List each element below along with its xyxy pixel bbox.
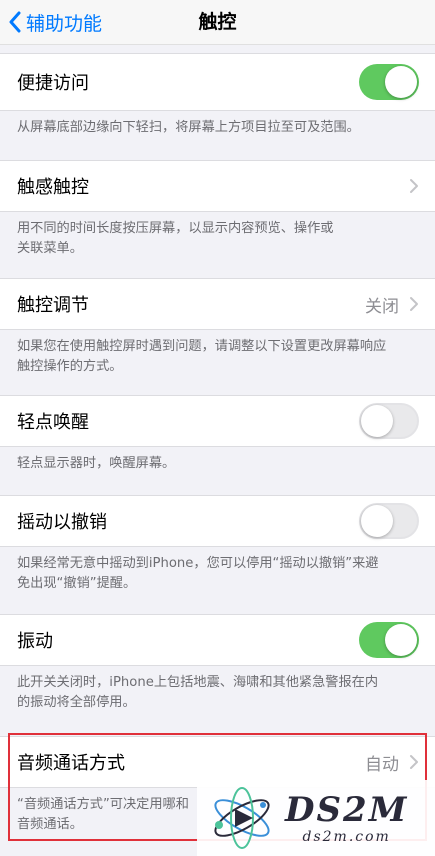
touch-accommodations-label: 触控调节 [17, 295, 89, 316]
call-audio-routing-value: 自动 [365, 754, 399, 775]
reachability-toggle[interactable] [359, 64, 419, 100]
chevron-right-icon [410, 755, 418, 769]
chevron-right-icon [410, 297, 418, 311]
toggle-knob [385, 66, 417, 98]
haptic-touch-label: 触感触控 [17, 177, 89, 198]
touch-accommodations-row[interactable]: 触控调节 关闭 [0, 278, 435, 330]
tap-to-wake-toggle[interactable] [359, 403, 419, 439]
tap-to-wake-description: 轻点显示器时，唤醒屏幕。 [17, 456, 176, 471]
atom-logo-icon [214, 787, 270, 849]
haptic-touch-footer: 用不同的时间长度按压屏幕，以显示内容预览、操作或 关联菜单。 [0, 212, 435, 278]
page-title: 触控 [198, 11, 237, 33]
watermark-url: ds2m.com [302, 829, 391, 845]
vibration-label: 振动 [17, 631, 53, 652]
toggle-knob [385, 624, 417, 656]
call-audio-routing-label: 音频通话方式 [17, 753, 125, 774]
touch-accommodations-description-line: 如果您在使用触控屏时遇到问题，请调整以下设置更改屏幕响应 [17, 339, 387, 354]
watermark-title: DS2M [285, 790, 409, 830]
touch-accommodations-description-line: 触控操作的方式。 [17, 359, 123, 374]
vibration-description-line: 此开关关闭时，iPhone上包括地震、海啸和其他紧急警报在内 [17, 675, 379, 690]
vibration-description-line: 的振动将全部停用。 [17, 695, 136, 710]
shake-to-undo-label: 摇动以撤销 [17, 512, 107, 533]
reachability-row: 便捷访问 [0, 53, 435, 111]
navigation-bar: 辅助功能 触控 [0, 0, 435, 45]
shake-to-undo-description-line: 免出现“撤销”提醒。 [17, 576, 137, 591]
tap-to-wake-row: 轻点唤醒 [0, 395, 435, 447]
chevron-right-icon [410, 179, 418, 193]
vibration-row: 振动 [0, 614, 435, 666]
shake-to-undo-description-line: 如果经常无意中摇动到iPhone，您可以停用“摇动以撤销”来避 [17, 556, 379, 571]
touch-accommodations-footer: 如果您在使用触控屏时遇到问题，请调整以下设置更改屏幕响应 触控操作的方式。 [0, 330, 435, 395]
tap-to-wake-label: 轻点唤醒 [17, 412, 89, 433]
reachability-label: 便捷访问 [17, 73, 89, 94]
reachability-footer: 从屏幕底部边缘向下轻扫，将屏幕上方项目拉至可及范围。 [0, 111, 435, 160]
watermark: DS2M ds2m.com [197, 780, 435, 856]
toggle-knob [361, 405, 393, 437]
tap-to-wake-footer: 轻点显示器时，唤醒屏幕。 [0, 447, 435, 495]
toggle-knob [361, 505, 393, 537]
haptic-touch-description-line: 关联菜单。 [17, 241, 83, 256]
haptic-touch-row[interactable]: 触感触控 [0, 160, 435, 212]
shake-to-undo-row: 摇动以撤销 [0, 495, 435, 547]
touch-accommodations-value: 关闭 [365, 296, 399, 317]
vibration-toggle[interactable] [359, 622, 419, 658]
haptic-touch-description-line: 用不同的时间长度按压屏幕，以显示内容预览、操作或 [17, 221, 334, 236]
shake-to-undo-footer: 如果经常无意中摇动到iPhone，您可以停用“摇动以撤销”来避 免出现“撤销”提… [0, 547, 435, 614]
shake-to-undo-toggle[interactable] [359, 503, 419, 539]
vibration-footer: 此开关关闭时，iPhone上包括地震、海啸和其他紧急警报在内 的振动将全部停用。 [0, 666, 435, 736]
reachability-description: 从屏幕底部边缘向下轻扫，将屏幕上方项目拉至可及范围。 [17, 120, 360, 135]
